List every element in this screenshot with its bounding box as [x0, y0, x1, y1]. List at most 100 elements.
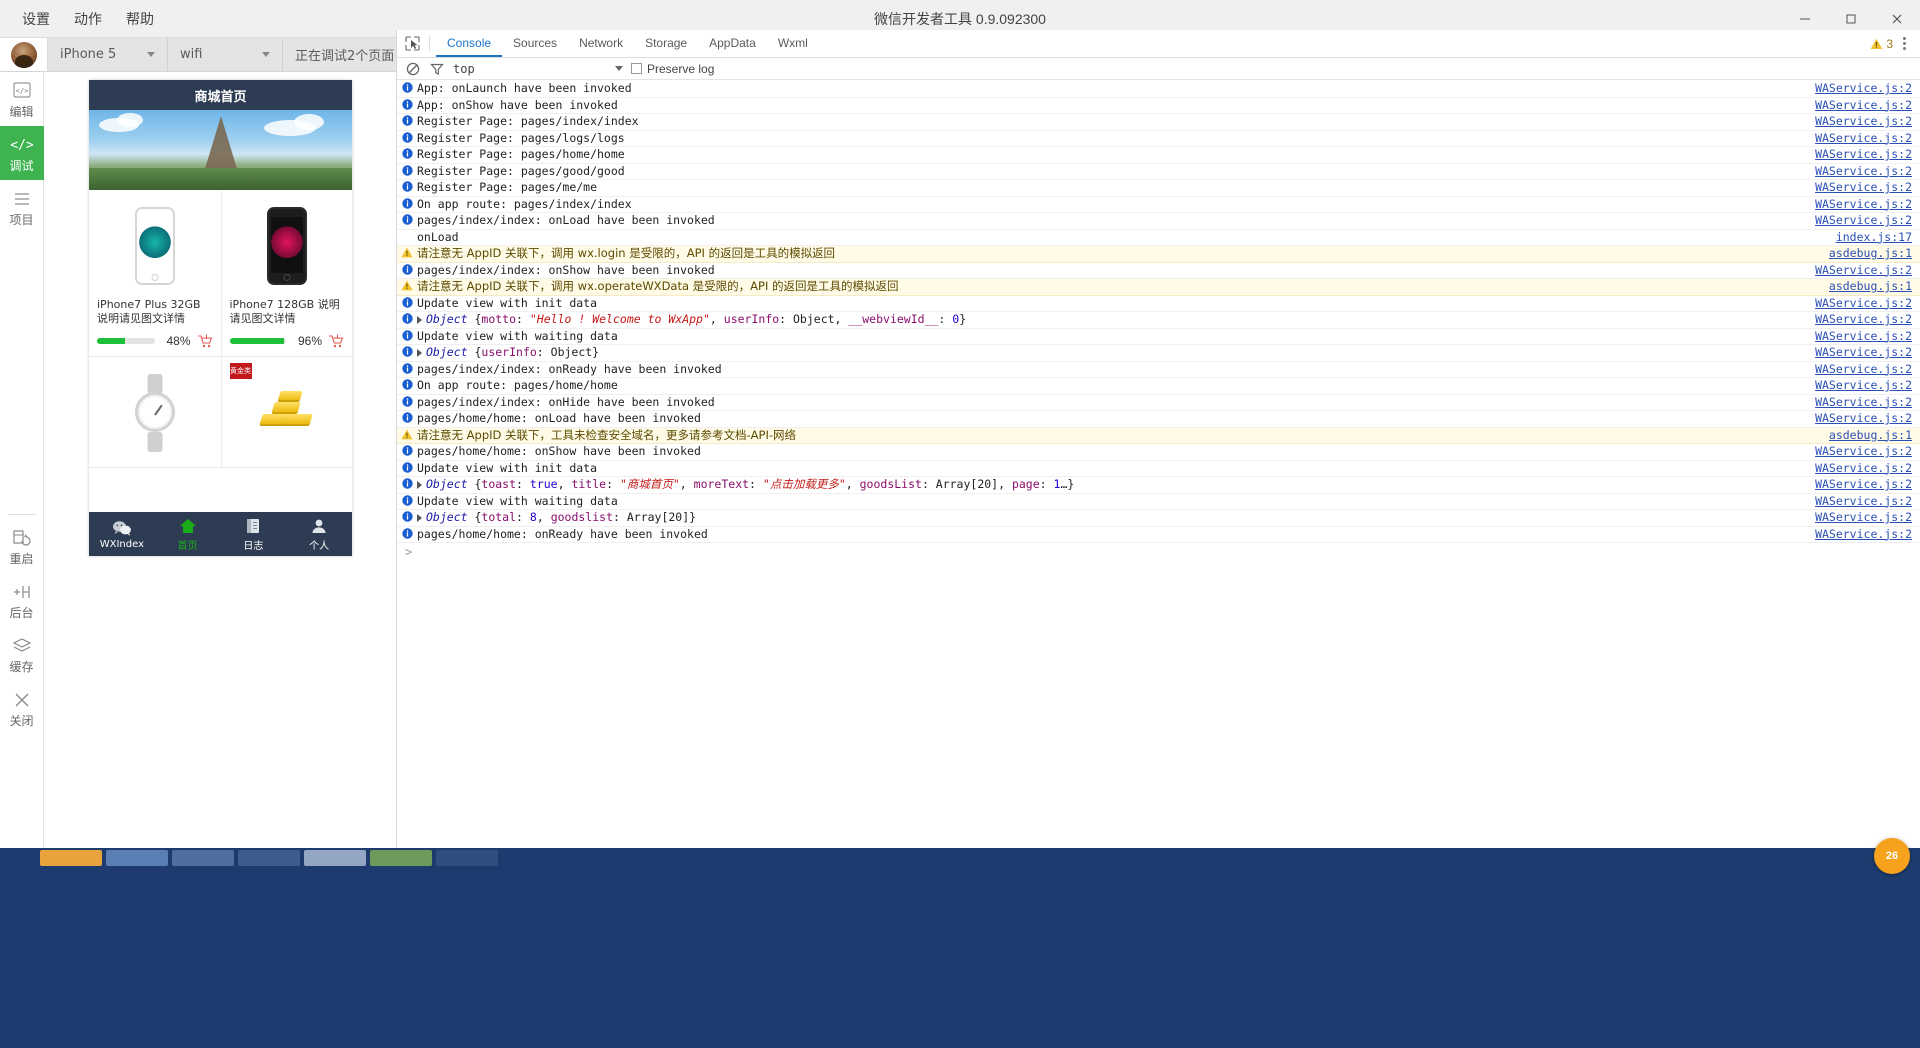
sim-tab-home[interactable]: 首页	[155, 517, 221, 552]
console-source-link[interactable]: WAService.js:2	[1805, 81, 1912, 97]
inspect-element-button[interactable]	[397, 30, 427, 57]
device-select[interactable]: iPhone 5	[48, 38, 168, 71]
console-log-row[interactable]: pages/home/home: onShow have been invoke…	[397, 444, 1920, 461]
console-source-link[interactable]: WAService.js:2	[1805, 147, 1912, 163]
console-log-row[interactable]: 请注意无 AppID 关联下，工具未检查安全域名，更多请参考文档-API-网络 a…	[397, 427, 1920, 444]
tab-sources[interactable]: Sources	[502, 30, 568, 57]
console-source-link[interactable]: WAService.js:2	[1805, 114, 1912, 130]
console-log-row[interactable]: Object {toast: true, title: "商城首页", more…	[397, 477, 1920, 494]
taskbar-item[interactable]	[172, 850, 234, 866]
console-log-row[interactable]: App: onShow have been invoked WAService.j…	[397, 98, 1920, 114]
console-log-row[interactable]: Object {motto: "Hello ! Welcome to WxApp…	[397, 312, 1920, 329]
console-log-row[interactable]: Register Page: pages/index/index WAServic…	[397, 114, 1920, 131]
tab-appdata[interactable]: AppData	[698, 30, 767, 57]
sim-tab-me[interactable]: 个人	[286, 517, 352, 552]
sidebar-item-project[interactable]: 项目	[0, 180, 44, 234]
tab-wxml[interactable]: Wxml	[767, 30, 819, 57]
console-source-link[interactable]: WAService.js:2	[1805, 444, 1912, 460]
console-source-link[interactable]: WAService.js:2	[1805, 378, 1912, 394]
sidebar-item-edit[interactable]: </> 编辑	[0, 72, 44, 126]
console-source-link[interactable]: WAService.js:2	[1805, 494, 1912, 510]
taskbar-item[interactable]	[106, 850, 168, 866]
console-source-link[interactable]: WAService.js:2	[1805, 197, 1912, 213]
console-source-link[interactable]: WAService.js:2	[1805, 98, 1912, 114]
console-source-link[interactable]: WAService.js:2	[1805, 131, 1912, 147]
console-source-link[interactable]: WAService.js:2	[1805, 345, 1912, 361]
console-log-row[interactable]: On app route: pages/index/index WAService…	[397, 197, 1920, 213]
cart-icon[interactable]	[197, 333, 213, 348]
console-source-link[interactable]: WAService.js:2	[1805, 362, 1912, 378]
taskbar-item[interactable]	[304, 850, 366, 866]
console-source-link[interactable]: index.js:17	[1826, 230, 1912, 246]
sidebar-item-debug[interactable]: </> 调试	[0, 126, 44, 180]
menu-settings[interactable]: 设置	[10, 5, 62, 33]
console-log-row[interactable]: pages/home/home: onReady have been invok…	[397, 527, 1920, 543]
console-source-link[interactable]: WAService.js:2	[1805, 263, 1912, 279]
console-source-link[interactable]: WAService.js:2	[1805, 527, 1912, 543]
network-select[interactable]: wifi	[168, 38, 283, 71]
warning-count-badge[interactable]: 3	[1870, 37, 1893, 51]
console-source-link[interactable]: WAService.js:2	[1805, 164, 1912, 180]
console-log-row[interactable]: onLoad index.js:17	[397, 230, 1920, 246]
menu-help[interactable]: 帮助	[114, 5, 166, 33]
product-card[interactable]: iPhone7 Plus 32GB 说明请见图文详情 48%	[89, 190, 221, 356]
console-log-row[interactable]: pages/index/index: onShow have been invo…	[397, 263, 1920, 279]
product-card[interactable]	[89, 357, 221, 467]
console-log-row[interactable]: Update view with waiting data WAService.j…	[397, 494, 1920, 510]
console-source-link[interactable]: asdebug.js:1	[1819, 279, 1912, 295]
cart-icon[interactable]	[328, 333, 344, 348]
console-log-row[interactable]: App: onLaunch have been invoked WAService…	[397, 81, 1920, 98]
console-log-row[interactable]: 请注意无 AppID 关联下，调用 wx.operateWXData 是受限的，…	[397, 279, 1920, 296]
console-log-row[interactable]: pages/index/index: onLoad have been invo…	[397, 213, 1920, 230]
notification-badge[interactable]: 26	[1874, 838, 1910, 874]
console-context-select[interactable]: top	[453, 62, 623, 76]
console-prompt[interactable]: >	[397, 543, 1920, 559]
console-source-link[interactable]: WAService.js:2	[1805, 213, 1912, 229]
devtools-more-menu-icon[interactable]	[1899, 37, 1910, 50]
console-log-row[interactable]: Update view with init data WAService.js:2	[397, 296, 1920, 312]
console-log-row[interactable]: Update view with waiting data WAService.j…	[397, 329, 1920, 345]
console-log-row[interactable]: pages/home/home: onLoad have been invoke…	[397, 411, 1920, 428]
preserve-log-checkbox[interactable]	[631, 63, 642, 74]
console-source-link[interactable]: WAService.js:2	[1805, 510, 1912, 526]
console-log-row[interactable]: 请注意无 AppID 关联下，调用 wx.login 是受限的，API 的返回是…	[397, 246, 1920, 263]
console-log-row[interactable]: Object {userInfo: Object} WAService.js:2	[397, 345, 1920, 362]
product-card[interactable]: iPhone7 128GB 说明请见图文详情 96%	[220, 190, 353, 356]
tab-storage[interactable]: Storage	[634, 30, 698, 57]
taskbar-item[interactable]	[370, 850, 432, 866]
taskbar-item[interactable]	[238, 850, 300, 866]
menu-actions[interactable]: 动作	[62, 5, 114, 33]
taskbar-item[interactable]	[436, 850, 498, 866]
sidebar-action-close[interactable]: 关闭	[0, 681, 44, 735]
sidebar-action-restart[interactable]: 重启	[0, 519, 44, 573]
avatar[interactable]	[10, 41, 37, 68]
console-source-link[interactable]: WAService.js:2	[1805, 477, 1912, 493]
console-source-link[interactable]: asdebug.js:1	[1819, 428, 1912, 444]
sim-tab-logs[interactable]: 日志	[221, 517, 287, 552]
sim-tab-wxindex[interactable]: WXIndex	[89, 519, 155, 550]
avatar-cell[interactable]	[0, 38, 48, 71]
console-source-link[interactable]: WAService.js:2	[1805, 461, 1912, 477]
console-log-row[interactable]: Register Page: pages/home/home WAService.…	[397, 147, 1920, 164]
tab-network[interactable]: Network	[568, 30, 634, 57]
console-source-link[interactable]: WAService.js:2	[1805, 411, 1912, 427]
console-log-row[interactable]: Update view with init data WAService.js:2	[397, 461, 1920, 477]
taskbar-item[interactable]	[40, 850, 102, 866]
console-log-row[interactable]: On app route: pages/home/home WAService.j…	[397, 378, 1920, 395]
console-source-link[interactable]: WAService.js:2	[1805, 296, 1912, 312]
console-log-row[interactable]: Register Page: pages/me/me WAService.js:2	[397, 180, 1920, 197]
console-log-row[interactable]: pages/index/index: onReady have been inv…	[397, 362, 1920, 378]
sidebar-action-background[interactable]: 后台	[0, 573, 44, 627]
console-source-link[interactable]: WAService.js:2	[1805, 329, 1912, 345]
console-log-row[interactable]: Register Page: pages/logs/logs WAService.…	[397, 131, 1920, 147]
console-output[interactable]: App: onLaunch have been invoked WAService…	[397, 81, 1920, 848]
tab-console[interactable]: Console	[436, 30, 503, 57]
preserve-log-toggle[interactable]: Preserve log	[631, 62, 714, 76]
console-source-link[interactable]: asdebug.js:1	[1819, 246, 1912, 262]
console-log-row[interactable]: Register Page: pages/good/good WAService.…	[397, 164, 1920, 180]
filter-icon[interactable]	[429, 61, 445, 77]
clear-console-icon[interactable]	[405, 61, 421, 77]
console-source-link[interactable]: WAService.js:2	[1805, 395, 1912, 411]
console-source-link[interactable]: WAService.js:2	[1805, 312, 1912, 328]
console-log-row[interactable]: Object {total: 8, goodslist: Array[20]} W…	[397, 510, 1920, 527]
